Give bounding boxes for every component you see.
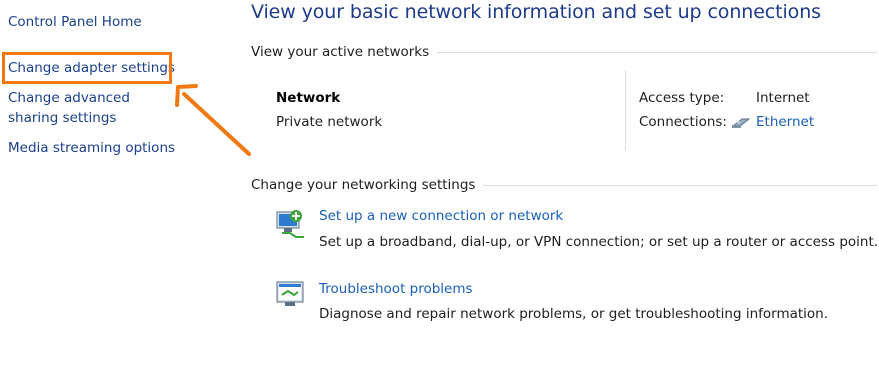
active-networks-label: View your active networks	[251, 44, 430, 60]
access-type-value: Internet	[756, 90, 810, 106]
network-sharing-center: Control Panel Home Change adapter settin…	[0, 0, 879, 370]
new-connection-icon	[276, 210, 304, 238]
setup-connection-link[interactable]: Set up a new connection or network	[319, 208, 563, 224]
ethernet-connection-link[interactable]: Ethernet	[756, 114, 814, 130]
section-divider	[483, 184, 877, 186]
section-divider	[437, 51, 877, 53]
networking-settings-header: Change your networking settings	[251, 175, 877, 195]
network-name: Network	[276, 90, 341, 106]
setup-connection-desc: Set up a broadband, dial-up, or VPN conn…	[319, 234, 879, 250]
networking-settings-label: Change your networking settings	[251, 177, 476, 193]
troubleshoot-desc: Diagnose and repair network problems, or…	[319, 306, 829, 322]
network-type: Private network	[276, 114, 383, 130]
page-title: View your basic network information and …	[251, 1, 821, 23]
access-type-label: Access type:	[639, 90, 725, 106]
troubleshoot-icon	[276, 281, 304, 306]
annotation-arrow	[175, 84, 251, 156]
left-task-pane: Control Panel Home Change adapter settin…	[0, 0, 251, 370]
network-divider	[625, 70, 626, 150]
connections-label: Connections:	[639, 114, 727, 130]
active-networks-header: View your active networks	[251, 42, 877, 62]
troubleshoot-link[interactable]: Troubleshoot problems	[319, 281, 473, 297]
ethernet-icon	[731, 118, 751, 128]
